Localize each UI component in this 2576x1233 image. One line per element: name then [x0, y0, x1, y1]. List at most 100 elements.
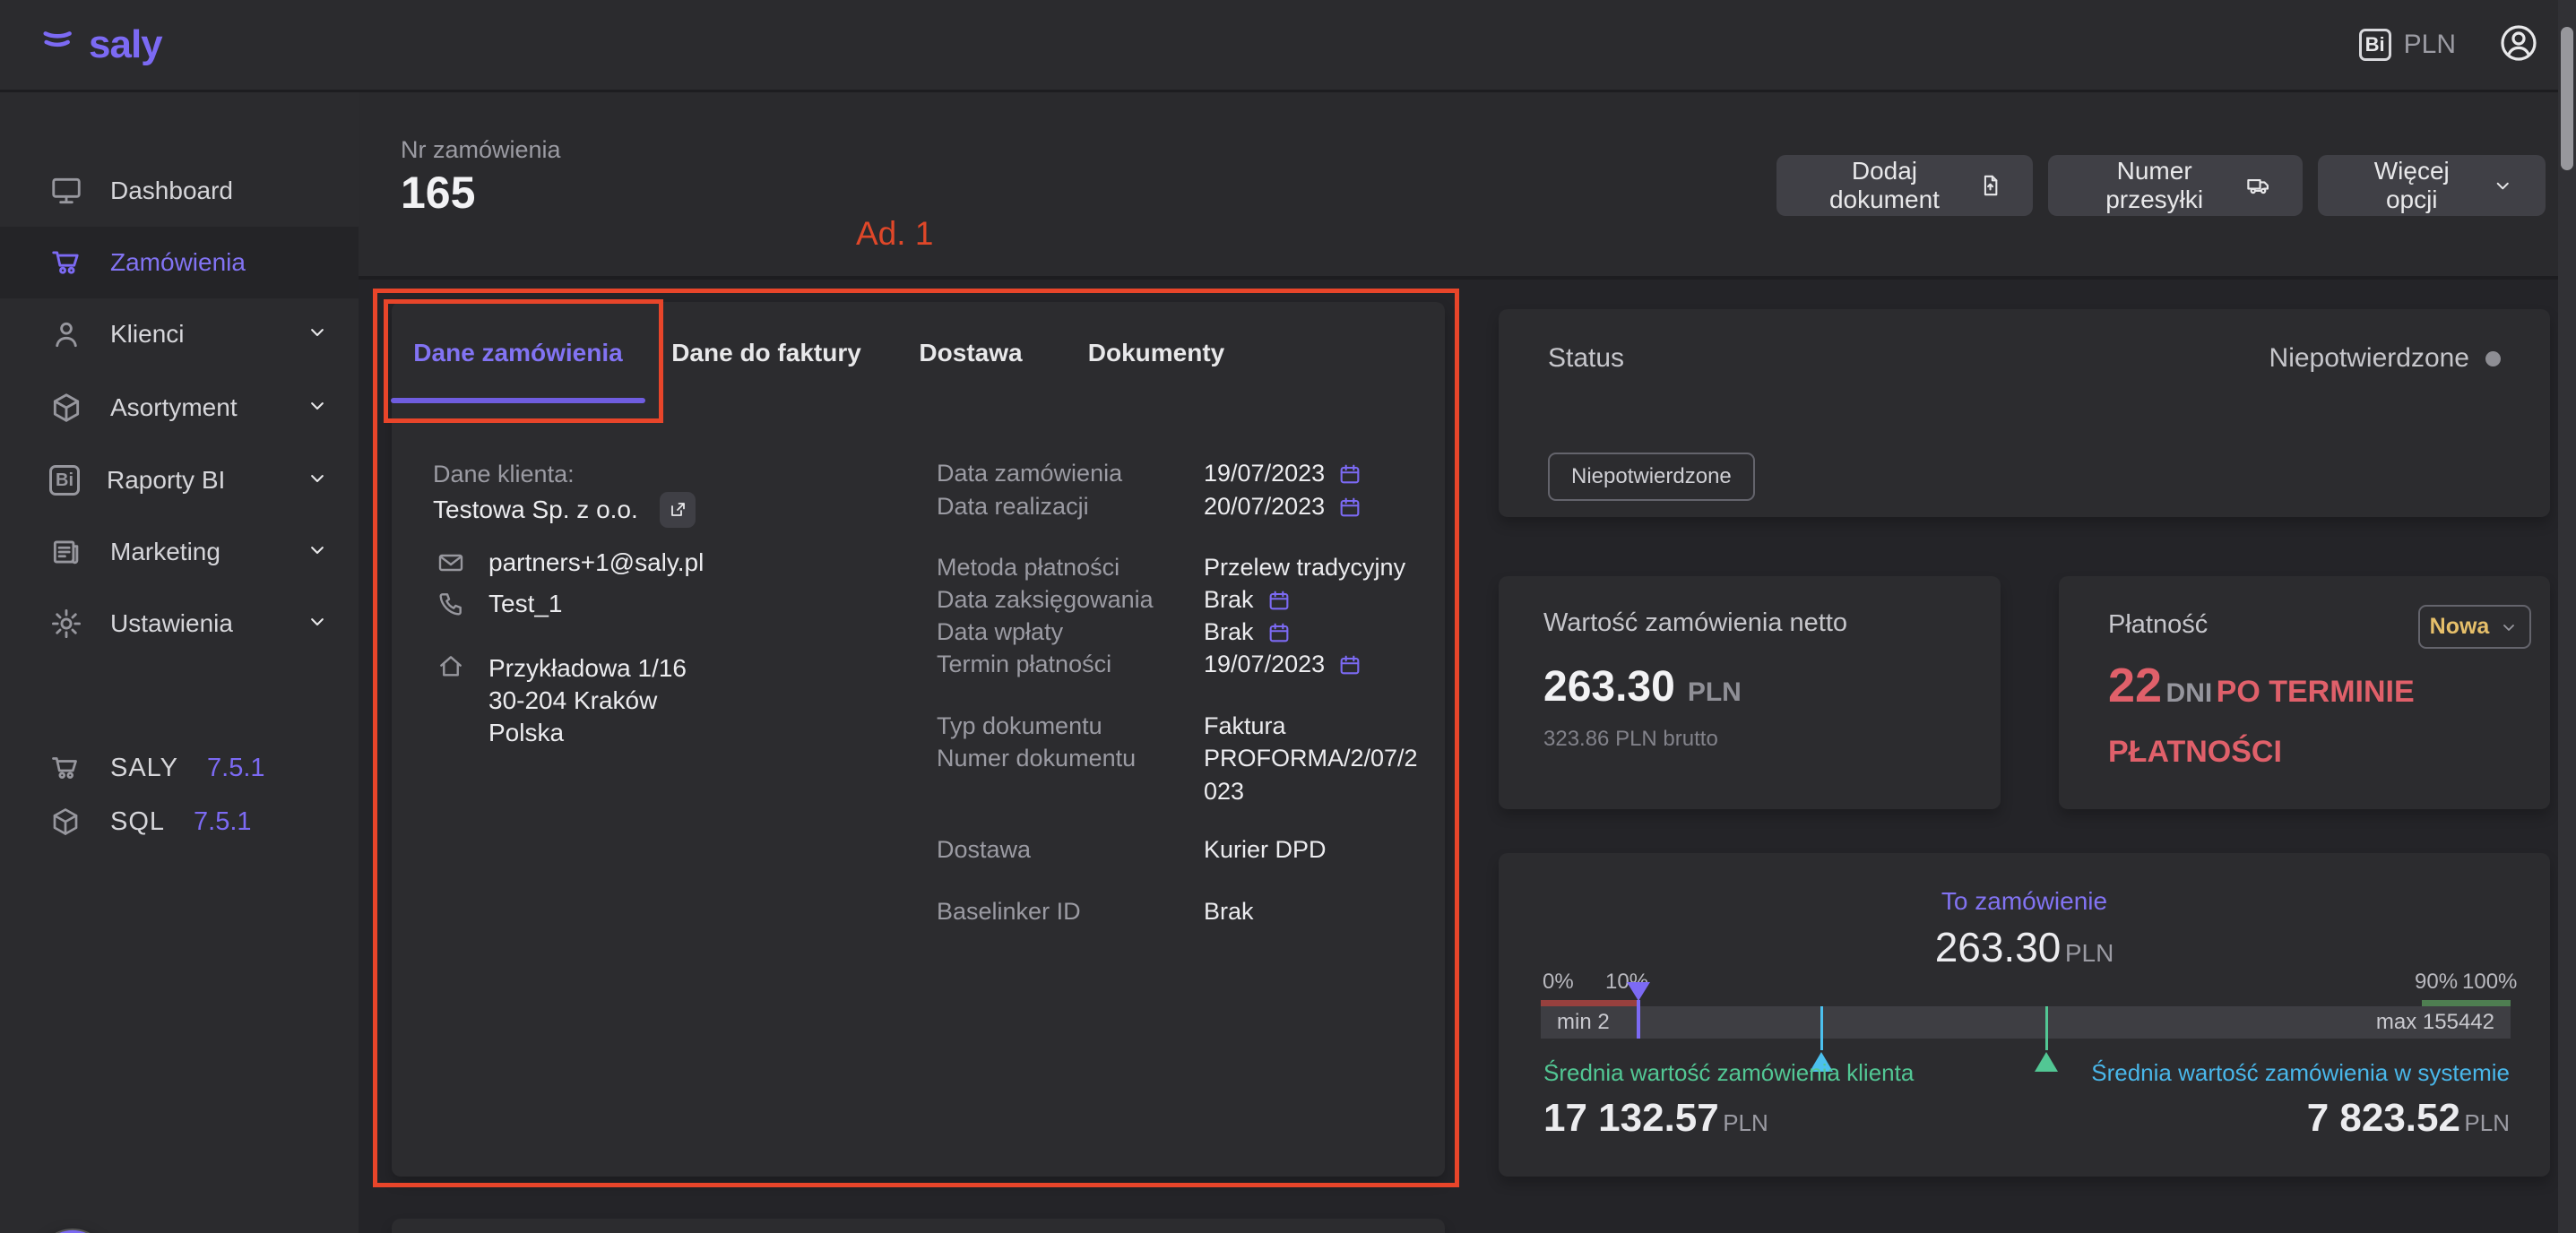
system-average-label: Średnia wartość zamówienia w systemie: [2091, 1059, 2510, 1087]
gear-icon: [49, 607, 83, 641]
client-email-row: partners+1@saly.pl: [437, 548, 704, 577]
sidebar-item-asortyment[interactable]: Asortyment: [0, 372, 359, 444]
tab-dane-do-faktury[interactable]: Dane do faktury: [671, 339, 861, 367]
client-avg-marker-icon: [2035, 1052, 2058, 1072]
system-average-currency: PLN: [2464, 1109, 2510, 1136]
system-average-stat: Średnia wartość zamówienia w systemie 7 …: [2091, 1059, 2510, 1141]
field-label: Baselinker ID: [937, 895, 1204, 928]
version-number: 7.5.1: [194, 807, 252, 837]
client-address-line: Polska: [488, 717, 687, 749]
calendar-icon[interactable]: [1266, 588, 1292, 613]
slider-track[interactable]: min 2 max 155442: [1541, 1006, 2511, 1039]
status-dot-icon: [2485, 351, 2501, 366]
bi-icon: Bi: [2359, 29, 2391, 61]
more-options-button[interactable]: Więcej opcji: [2318, 155, 2546, 216]
field-row: Metoda płatności Przelew tradycyjny: [937, 551, 1439, 584]
low-zone-bar: [1541, 1000, 1638, 1006]
shipment-number-button[interactable]: Numer przesyłki: [2048, 155, 2303, 216]
calendar-icon[interactable]: [1266, 620, 1292, 645]
bi-icon: Bi: [49, 465, 80, 496]
net-value-row: 263.30 PLN: [1543, 662, 1742, 711]
sidebar-item-dashboard[interactable]: Dashboard: [0, 155, 359, 227]
field-label: Data zamówienia: [937, 457, 1204, 490]
field-label: Data wpłaty: [937, 616, 1204, 649]
tab-dostawa[interactable]: Dostawa: [919, 339, 1022, 367]
button-label: Więcej opcji: [2348, 157, 2475, 214]
calendar-icon[interactable]: [1337, 652, 1362, 677]
active-tab-underline: [391, 398, 645, 403]
home-icon: [437, 652, 465, 681]
client-email: partners+1@saly.pl: [488, 548, 704, 577]
net-value-title: Wartość zamówienia netto: [1543, 608, 1847, 638]
envelope-icon: [437, 548, 465, 577]
monitor-icon: [49, 174, 83, 208]
client-address-block: Przykładowa 1/16 30-204 Kraków Polska: [437, 652, 687, 749]
cart-logo-icon: [40, 22, 82, 67]
calendar-icon[interactable]: [1337, 495, 1362, 520]
tab-dane-zamowienia[interactable]: Dane zamówienia: [413, 339, 622, 367]
field-row: Data realizacji 20/07/2023: [937, 490, 1439, 523]
payment-status-value: Nowa: [2430, 614, 2490, 640]
field-value: 20/07/2023: [1204, 490, 1325, 523]
sidebar-item-marketing[interactable]: Marketing: [0, 516, 359, 588]
this-order-value-row: 263.30 PLN: [1499, 923, 2550, 971]
page-scrollbar: [2558, 0, 2576, 1233]
order-number-label: Nr zamówienia: [401, 136, 561, 164]
sidebar-item-zamowienia[interactable]: Zamówienia: [0, 227, 359, 298]
topbar-right: Bi PLN: [2359, 0, 2540, 90]
version-sql: SQL 7.5.1: [0, 795, 359, 849]
currency-switcher[interactable]: Bi PLN: [2359, 29, 2456, 61]
user-account-icon[interactable]: [2497, 22, 2540, 69]
client-name-row: Testowa Sp. z o.o.: [433, 492, 696, 528]
pct-0-label: 0%: [1543, 970, 1574, 995]
chevron-down-icon: [305, 609, 330, 639]
max-label: max 155442: [2376, 1006, 2494, 1039]
pct-90-label: 90%: [2415, 970, 2458, 995]
logo[interactable]: saly: [40, 22, 162, 67]
client-address-line: 30-204 Kraków: [488, 685, 687, 717]
system-average-value: 7 823.52: [2307, 1096, 2460, 1140]
status-title: Status: [1548, 343, 1624, 374]
this-order-marker-line: [1637, 1000, 1640, 1039]
field-value: Kurier DPD: [1204, 833, 1327, 867]
client-phone-row: Test_1: [437, 590, 563, 618]
sidebar-item-label: Dashboard: [110, 177, 233, 205]
payment-status-select[interactable]: Nowa: [2418, 605, 2531, 649]
gross-value: 323.86 PLN brutto: [1543, 727, 1718, 752]
field-row: Typ dokumentu Faktura: [937, 710, 1439, 743]
calendar-icon[interactable]: [1337, 461, 1362, 487]
sidebar-item-klienci[interactable]: Klienci: [0, 298, 359, 370]
chevron-down-icon: [2498, 616, 2520, 638]
open-client-button[interactable]: [660, 492, 696, 528]
sidebar-item-label: Marketing: [110, 538, 220, 566]
client-avg-marker-line: [2045, 1006, 2048, 1050]
sidebar-item-label: Raporty BI: [107, 466, 225, 495]
app-root: saly Bi PLN Dashboard: [0, 0, 2576, 1233]
version-label: SALY: [110, 754, 178, 783]
sidebar-item-raporty-bi[interactable]: Bi Raporty BI: [0, 444, 359, 516]
annotation-ad1: Ad. 1: [856, 215, 933, 253]
this-order-marker-icon: [1627, 982, 1650, 1001]
client-average-label: Średnia wartość zamówienia klienta: [1543, 1059, 1914, 1087]
payment-title: Płatność: [2108, 610, 2208, 640]
add-document-button[interactable]: Dodaj dokument: [1776, 155, 2033, 216]
chevron-down-icon: [305, 466, 330, 496]
sidebar-item-label: Asortyment: [110, 393, 238, 422]
scrollbar-thumb[interactable]: [2561, 27, 2573, 170]
document-upload-icon: [1978, 171, 2002, 200]
logo-text: saly: [89, 22, 162, 67]
status-card: Status Niepotwierdzone Niepotwierdzone: [1499, 309, 2550, 517]
notifications-bell-button[interactable]: [36, 1229, 109, 1233]
sidebar: Dashboard Zamówienia Klienci Asortyment: [0, 92, 359, 1233]
sidebar-item-label: Ustawienia: [110, 609, 233, 638]
version-label: SQL: [110, 807, 165, 837]
payment-card: Płatność Nowa 22 DNI PO TERMINIE PŁATNOŚ…: [2059, 576, 2550, 809]
field-label: Data zaksięgowania: [937, 583, 1204, 616]
tab-dokumenty[interactable]: Dokumenty: [1088, 339, 1224, 367]
value-range-slider: 0% 10% 90% 100% min 2 max 155442: [1541, 970, 2511, 1073]
sidebar-item-ustawienia[interactable]: Ustawienia: [0, 588, 359, 660]
field-label: Metoda płatności: [937, 551, 1204, 584]
field-value: PROFORMA/2/07/2023: [1204, 742, 1428, 808]
chevron-down-icon: [305, 393, 330, 423]
status-chip-button[interactable]: Niepotwierdzone: [1548, 453, 1755, 501]
